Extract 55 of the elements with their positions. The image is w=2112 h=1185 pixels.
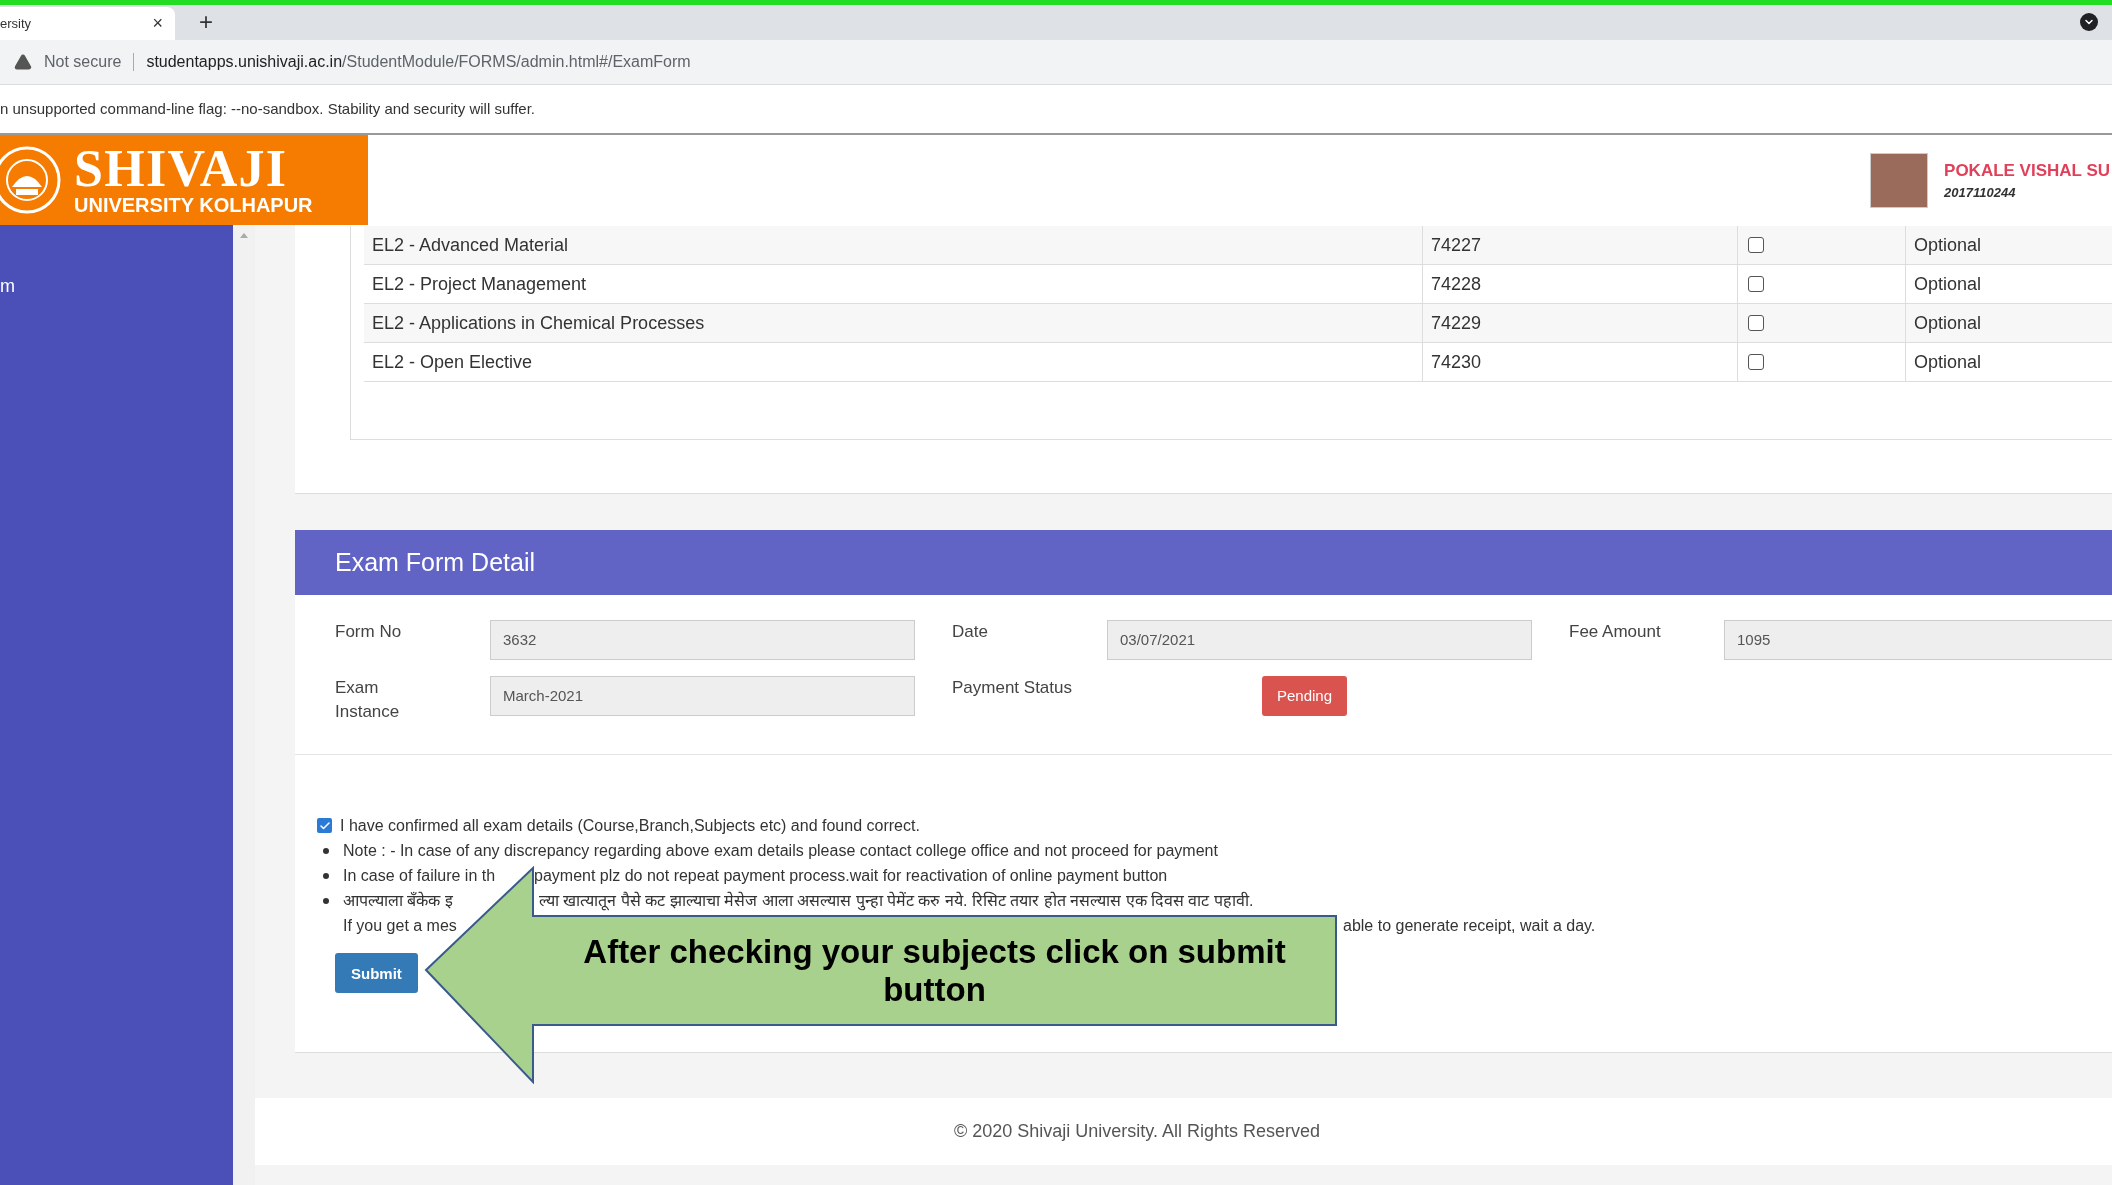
input-field[interactable]: 1095 bbox=[1724, 620, 2112, 660]
profile-photo-placeholder bbox=[1870, 152, 1929, 208]
status-badge: Pending bbox=[1262, 676, 1348, 716]
subject-type: Optional bbox=[1913, 233, 1982, 257]
user-name: POKALE VISHAL SU bbox=[1944, 159, 2110, 182]
subject-type: Optional bbox=[1913, 350, 1982, 374]
callout-text: After checking your subjects click on submit button bbox=[582, 932, 1287, 1009]
subject-checkbox[interactable] bbox=[1748, 315, 1764, 331]
security-label: Not secure bbox=[44, 52, 122, 72]
user-id: 2017110244 bbox=[1944, 184, 2017, 202]
subject-name: EL2 - Project Management bbox=[364, 265, 1423, 303]
logo-title: SHIVAJI bbox=[74, 144, 289, 194]
subject-checkbox[interactable] bbox=[1748, 276, 1764, 292]
note-text: Note : - In case of any discrepancy regarding above exam details please contact college office and not proceed for payment bbox=[343, 842, 1218, 859]
note-text: able to generate receipt, wait a day. bbox=[1343, 916, 1596, 936]
subject-name: EL2 - Open Elective bbox=[364, 343, 1423, 381]
address-bar[interactable]: Not secure studentapps.unishivaji.ac.in/StudentModule/FORMS/admin.html#/ExamForm bbox=[0, 40, 2112, 85]
note-text: ल्या खात्यातून पैसे कट झाल्याचा मेसेज आला असल्यास पुन्हा पेमेंट करु नये. रिसिट तयार होत नसल्यास एक दिवस वाट पहावी. bbox=[539, 890, 1254, 913]
note-text: आपल्याला बँकेक इ bbox=[343, 892, 453, 909]
note-text: payment plz do not repeat payment process.wait for reactivation of online payment button bbox=[534, 866, 1168, 886]
subject-name: EL2 - Advanced Material bbox=[364, 226, 1423, 264]
field-label: Fee Amount bbox=[1569, 621, 1662, 643]
field-label: Payment Status bbox=[952, 677, 1073, 699]
subject-code: 74228 bbox=[1423, 265, 1738, 303]
subject-code: 74227 bbox=[1423, 226, 1738, 264]
browser-tab[interactable]: ersity × bbox=[0, 7, 175, 40]
subject-code: 74230 bbox=[1423, 343, 1738, 381]
field-label: Exam Instance bbox=[335, 677, 401, 723]
subject-checkbox[interactable] bbox=[1748, 354, 1764, 370]
logo-subtitle: UNIVERSITY KOLHAPUR bbox=[74, 194, 313, 216]
input-field[interactable]: 03/07/2021 bbox=[1107, 620, 1532, 660]
url-text: studentapps.unishivaji.ac.in/StudentModule/FORMS/admin.html#/ExamForm bbox=[146, 52, 691, 72]
card-title: Exam Form Detail bbox=[335, 546, 536, 578]
seal-emblem-icon bbox=[0, 145, 62, 215]
field-label: Date bbox=[952, 621, 989, 643]
note-text: In case of failure in th bbox=[343, 867, 496, 884]
field-label: Form No bbox=[335, 621, 403, 643]
scrollbar[interactable] bbox=[233, 225, 255, 1185]
copyright-text: © 2020 Shivaji University. All Rights Reserved bbox=[953, 1120, 1321, 1143]
subject-type: Optional bbox=[1913, 311, 1982, 335]
warning-icon bbox=[14, 53, 32, 71]
close-tab-button[interactable]: × bbox=[152, 10, 163, 37]
subject-checkbox[interactable] bbox=[1748, 237, 1764, 253]
sidebar-item[interactable]: m bbox=[0, 273, 233, 300]
dropdown-icon[interactable] bbox=[2080, 13, 2098, 31]
new-tab-button[interactable]: + bbox=[199, 8, 213, 36]
subject-type: Optional bbox=[1913, 272, 1982, 296]
subject-name: EL2 - Applications in Chemical Processes bbox=[364, 304, 1423, 342]
input-field[interactable]: March-2021 bbox=[490, 676, 915, 716]
subject-code: 74229 bbox=[1423, 304, 1738, 342]
submit-button[interactable]: Submit bbox=[335, 953, 418, 993]
confirm-label: I have confirmed all exam details (Course,Branch,Subjects etc) and found correct. bbox=[340, 816, 920, 836]
input-field[interactable]: 3632 bbox=[490, 620, 915, 660]
note-text: If you get a mes bbox=[343, 917, 457, 934]
confirm-checkbox[interactable] bbox=[317, 818, 332, 833]
